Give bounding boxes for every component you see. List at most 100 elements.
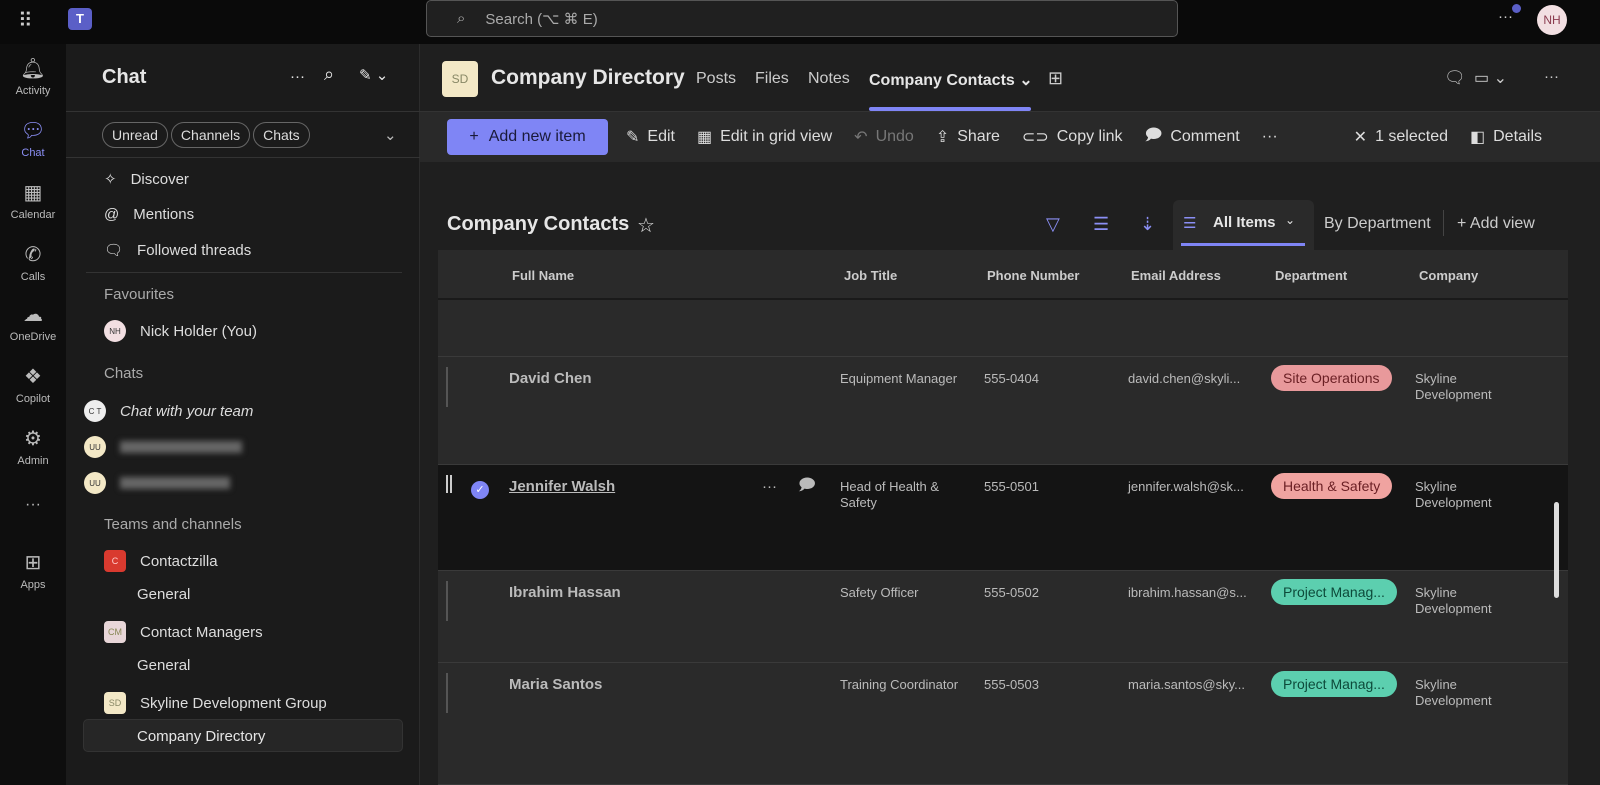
- drag-handle[interactable]: [446, 475, 452, 493]
- column-email[interactable]: Email Address: [1131, 268, 1221, 283]
- channel-general[interactable]: General: [137, 657, 190, 674]
- main-area: SD Company Directory Posts Files Notes C…: [420, 44, 1600, 785]
- rail-onedrive[interactable]: ☁ OneDrive: [0, 302, 66, 343]
- calendar-icon: ▦: [23, 182, 43, 204]
- avatar: UU: [84, 436, 106, 458]
- conversation-icon[interactable]: 🗨︎: [1444, 68, 1466, 88]
- avatar[interactable]: NH: [1537, 5, 1567, 35]
- phone-number: 555-0502: [984, 585, 1039, 600]
- sort-icon[interactable]: ⇣: [1140, 214, 1155, 235]
- add-view-button[interactable]: + Add view: [1457, 215, 1535, 233]
- search-input[interactable]: ⌕ Search (⌥ ⌘ E): [426, 0, 1178, 37]
- drag-handle[interactable]: [446, 673, 449, 713]
- more-icon[interactable]: ···: [762, 479, 777, 495]
- full-name-link[interactable]: Ibrahim Hassan: [509, 585, 621, 601]
- checkmark-icon[interactable]: ✓: [471, 481, 489, 499]
- undo-button[interactable]: ↶ Undo: [854, 127, 914, 147]
- table-row[interactable]: David Chen Equipment Manager 555-0404 da…: [438, 357, 1568, 465]
- table-row[interactable]: Ibrahim Hassan Safety Officer 555-0502 i…: [438, 571, 1568, 663]
- full-name-link[interactable]: David Chen: [509, 371, 592, 387]
- filter-chats[interactable]: Chats: [253, 122, 310, 148]
- full-name-link[interactable]: Jennifer Walsh: [509, 479, 615, 495]
- mentions-item[interactable]: @ Mentions: [104, 206, 194, 223]
- favourite-chat[interactable]: NH Nick Holder (You): [104, 320, 257, 342]
- close-icon: ✕: [1353, 129, 1368, 146]
- more-icon[interactable]: ···: [1498, 8, 1513, 25]
- table-row[interactable]: ✓ Jennifer Walsh ··· 🗩︎ Head of Health & …: [438, 465, 1568, 571]
- more-icon[interactable]: ···: [1544, 68, 1559, 85]
- rail-calendar[interactable]: ▦ Calendar: [0, 180, 66, 221]
- followed-threads-item[interactable]: 🗨︎ Followed threads: [104, 241, 251, 260]
- rail-admin[interactable]: ⚙ Admin: [0, 426, 66, 467]
- more-icon[interactable]: ···: [290, 68, 305, 85]
- copy-link-button[interactable]: ⊂⊃ Copy link: [1022, 127, 1123, 147]
- clear-selection-button[interactable]: ✕ 1 selected: [1354, 127, 1448, 147]
- column-job-title[interactable]: Job Title: [844, 268, 897, 283]
- team-contact-managers[interactable]: CM Contact Managers: [104, 621, 263, 643]
- filter-icon[interactable]: ▽: [1046, 214, 1060, 235]
- add-comment-icon[interactable]: 🗩︎: [798, 478, 816, 494]
- more-icon[interactable]: ···: [1262, 128, 1278, 146]
- full-name-link[interactable]: Maria Santos: [509, 677, 602, 693]
- sparkle-icon: ✧: [104, 171, 117, 188]
- column-company[interactable]: Company: [1419, 268, 1478, 283]
- tab-company-contacts[interactable]: Company Contacts ⌄: [869, 70, 1033, 90]
- tab-notes[interactable]: Notes: [808, 70, 850, 88]
- discover-item[interactable]: ✧ Discover: [104, 170, 189, 189]
- search-icon[interactable]: ⌕: [324, 64, 334, 85]
- new-chat-icon[interactable]: ✎ ⌄: [359, 66, 388, 84]
- pencil-icon: ✎: [626, 129, 640, 146]
- video-call-icon[interactable]: ▭ ⌄: [1474, 68, 1507, 88]
- job-title: Training Coordinator: [840, 677, 959, 692]
- chat-item[interactable]: UU: [84, 472, 230, 494]
- scrollbar[interactable]: [1554, 502, 1559, 598]
- add-new-item-button[interactable]: + Add new item: [447, 119, 608, 155]
- share-button[interactable]: ⇪ Share: [936, 127, 1000, 147]
- details-button[interactable]: ◧ Details: [1470, 127, 1542, 147]
- channel-company-directory[interactable]: Company Directory: [83, 719, 403, 752]
- rail-calls[interactable]: ✆ Calls: [0, 242, 66, 283]
- tab-posts[interactable]: Posts: [696, 70, 736, 88]
- share-icon: ⇪: [935, 129, 950, 146]
- chevron-down-icon[interactable]: ⌄: [384, 126, 397, 144]
- drag-handle[interactable]: [446, 581, 449, 621]
- edit-grid-button[interactable]: ▦ Edit in grid view: [697, 127, 832, 147]
- team-icon: CM: [104, 621, 126, 643]
- comment-button[interactable]: 🗩︎ Comment: [1145, 124, 1240, 151]
- edit-button[interactable]: ✎ Edit: [626, 127, 675, 147]
- grid-icon: ▦: [696, 129, 713, 146]
- filter-unread[interactable]: Unread: [102, 122, 168, 148]
- team-skyline[interactable]: SD Skyline Development Group: [104, 692, 327, 714]
- column-full-name[interactable]: Full Name: [512, 268, 574, 283]
- teams-logo-icon: T: [68, 8, 92, 30]
- tab-files[interactable]: Files: [755, 70, 789, 88]
- table-row[interactable]: Maria Santos Training Coordinator 555-05…: [438, 663, 1568, 785]
- threads-icon: 🗨︎: [104, 242, 124, 259]
- column-department[interactable]: Department: [1275, 268, 1347, 283]
- link-icon: ⊂⊃: [1021, 129, 1049, 146]
- chat-item[interactable]: C T Chat with your team: [84, 400, 253, 422]
- table-header: Full Name Job Title Phone Number Email A…: [438, 250, 1568, 300]
- filter-channels[interactable]: Channels: [170, 122, 251, 148]
- view-by-department[interactable]: By Department: [1324, 215, 1431, 233]
- group-icon[interactable]: ☰: [1093, 214, 1109, 235]
- department-badge: Project Manag...: [1271, 671, 1397, 697]
- more-apps-icon[interactable]: ···: [0, 496, 66, 514]
- active-tab-indicator: [869, 107, 1031, 111]
- rail-copilot[interactable]: ❖ Copilot: [0, 364, 66, 405]
- star-icon[interactable]: ☆: [637, 213, 655, 238]
- rail-activity[interactable]: 🔔︎ Activity: [0, 56, 66, 97]
- column-phone[interactable]: Phone Number: [987, 268, 1079, 283]
- channel-general[interactable]: General: [137, 586, 190, 603]
- rail-apps[interactable]: ⊞ Apps: [0, 550, 66, 591]
- table-row[interactable]: [438, 300, 1568, 357]
- chat-item[interactable]: UU: [84, 436, 242, 458]
- add-tab-icon[interactable]: ⊞: [1048, 68, 1063, 89]
- rail-chat[interactable]: 💬︎ Chat: [0, 118, 66, 159]
- team-icon: SD: [104, 692, 126, 714]
- app-launcher-icon[interactable]: ⠿: [18, 8, 33, 33]
- view-all-items[interactable]: ☰ All Items ⌄: [1173, 200, 1314, 250]
- drag-handle[interactable]: [446, 367, 449, 407]
- team-contactzilla[interactable]: C Contactzilla: [104, 550, 218, 572]
- department-badge: Health & Safety: [1271, 473, 1393, 499]
